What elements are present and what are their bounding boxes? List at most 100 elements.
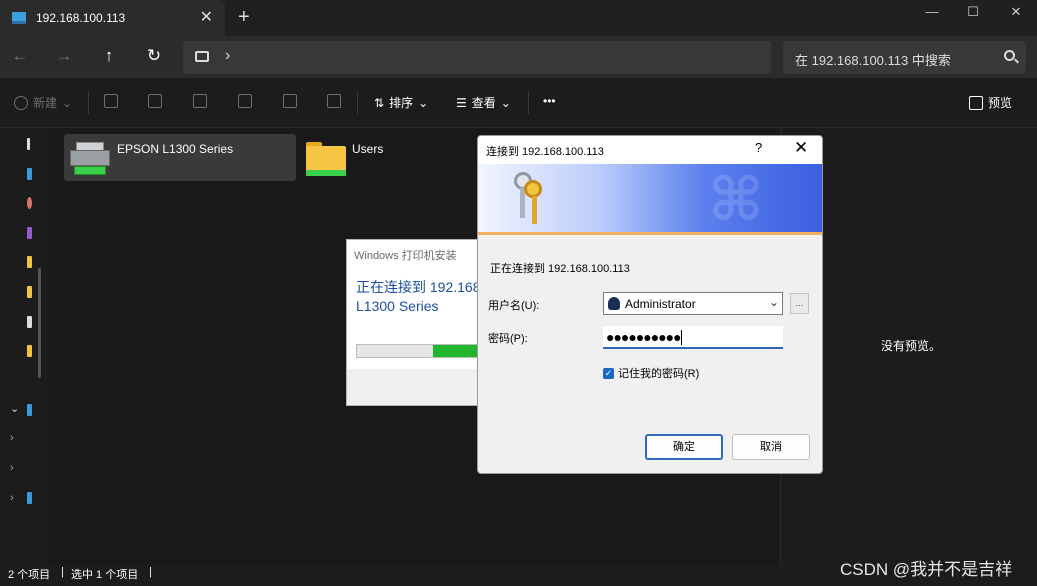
user-avatar-icon bbox=[608, 297, 620, 310]
search-icon bbox=[1004, 50, 1015, 61]
plus-circle-icon bbox=[14, 95, 28, 110]
scissors-icon bbox=[104, 94, 118, 108]
view-list-icon: ☰ bbox=[456, 95, 467, 110]
nav-item-icon[interactable] bbox=[27, 197, 32, 209]
up-button[interactable]: ↑ bbox=[97, 45, 121, 69]
network-icon[interactable] bbox=[27, 492, 32, 504]
rename-icon bbox=[238, 94, 252, 108]
password-field[interactable]: ●●●●●●●●●● bbox=[603, 326, 783, 349]
tab-title: 192.168.100.113 bbox=[36, 11, 126, 25]
file-name: Users bbox=[352, 142, 384, 156]
item-count: 2 个项目 bbox=[8, 569, 51, 581]
address-bar[interactable]: › bbox=[183, 41, 771, 74]
new-label: 新建 bbox=[33, 96, 58, 110]
share-icon bbox=[283, 94, 297, 108]
more-options-button[interactable]: ••• bbox=[543, 94, 556, 108]
help-button[interactable]: ? bbox=[755, 140, 762, 155]
sort-button[interactable]: ⇅ 排序 ⌄ bbox=[374, 94, 428, 111]
preview-label: 预览 bbox=[988, 96, 1013, 110]
copy-button[interactable] bbox=[148, 94, 162, 108]
tab-current[interactable]: 192.168.100.113 ✕ bbox=[0, 0, 225, 36]
keys-icon bbox=[500, 170, 548, 228]
refresh-button[interactable]: ↻ bbox=[142, 45, 166, 69]
browse-credentials-button[interactable]: ... bbox=[790, 293, 809, 314]
expand-chevron-icon[interactable]: › bbox=[10, 492, 14, 504]
installer-message-line2: L1300 Series bbox=[356, 298, 439, 314]
expand-chevron-icon[interactable]: ⌄ bbox=[10, 402, 19, 415]
paste-button[interactable] bbox=[193, 94, 207, 108]
remember-password-checkbox[interactable]: ✓ 记住我的密码(R) bbox=[603, 365, 699, 381]
search-input[interactable]: 在 192.168.100.113 中搜索 bbox=[783, 41, 1026, 74]
nav-item-icon[interactable] bbox=[27, 316, 32, 328]
cut-button[interactable] bbox=[104, 94, 118, 108]
navigation-pane: ⌄ › › › bbox=[0, 128, 48, 565]
close-tab-icon[interactable]: ✕ bbox=[200, 9, 213, 27]
install-progress-bar bbox=[356, 344, 481, 358]
new-tab-button[interactable]: + bbox=[238, 7, 250, 27]
password-label: 密码(P): bbox=[488, 333, 528, 345]
minimize-button[interactable]: — bbox=[912, 2, 952, 22]
nav-item-icon[interactable] bbox=[27, 138, 30, 150]
ok-button[interactable]: 确定 bbox=[645, 434, 723, 460]
file-item-printer[interactable]: EPSON L1300 Series bbox=[64, 134, 296, 181]
username-field[interactable]: Administrator ⌄ bbox=[603, 292, 783, 315]
file-name: EPSON L1300 Series bbox=[117, 142, 234, 156]
chevron-down-icon: ⌄ bbox=[62, 95, 73, 110]
expand-chevron-icon[interactable]: › bbox=[10, 432, 14, 444]
cancel-button[interactable]: 取消 bbox=[732, 434, 810, 460]
divider bbox=[357, 92, 358, 114]
delete-button[interactable] bbox=[327, 94, 341, 108]
nav-scrollbar[interactable] bbox=[38, 268, 41, 378]
navigation-bar: ← → ↑ ↻ › 在 192.168.100.113 中搜索 bbox=[0, 36, 1037, 78]
dialog-close-button[interactable]: ✕ bbox=[794, 138, 808, 158]
folder-icon bbox=[306, 142, 346, 176]
nav-item-icon[interactable] bbox=[27, 227, 32, 239]
watermark: CSDN @我并不是吉祥 bbox=[840, 560, 1013, 579]
checkbox-checked-icon[interactable]: ✓ bbox=[603, 367, 614, 379]
divider bbox=[528, 92, 529, 114]
dialog-titlebar: 连接到 192.168.100.113 ? ✕ bbox=[478, 136, 822, 164]
rename-button[interactable] bbox=[238, 94, 252, 108]
username-label: 用户名(U): bbox=[488, 300, 540, 312]
installer-title: Windows 打印机安装 bbox=[354, 250, 457, 262]
nav-item-icon[interactable] bbox=[27, 286, 32, 298]
username-value: Administrator bbox=[625, 297, 696, 311]
dialog-banner: ⌘ bbox=[478, 164, 822, 235]
back-button[interactable]: ← bbox=[8, 45, 32, 69]
nav-item-icon[interactable] bbox=[27, 345, 32, 357]
clipboard-icon bbox=[193, 94, 207, 108]
preview-pane-icon bbox=[969, 95, 983, 110]
breadcrumb-chevron-icon[interactable]: › bbox=[225, 47, 230, 65]
selected-count: 选中 1 个项目 bbox=[71, 569, 139, 581]
status-divider: | bbox=[149, 566, 152, 578]
trash-icon bbox=[327, 94, 341, 108]
nav-item-icon[interactable] bbox=[27, 168, 32, 180]
installer-message-line1: 正在连接到 192.168. bbox=[356, 279, 482, 295]
search-placeholder: 在 192.168.100.113 中搜索 bbox=[795, 53, 951, 68]
chevron-down-icon[interactable]: ⌄ bbox=[769, 295, 779, 309]
nav-item-icon[interactable] bbox=[27, 404, 32, 416]
forward-button[interactable]: → bbox=[52, 45, 76, 69]
file-item-folder[interactable]: Users bbox=[306, 134, 406, 181]
expand-chevron-icon[interactable]: › bbox=[10, 462, 14, 474]
remember-password-label: 记住我的密码(R) bbox=[618, 368, 700, 380]
view-button[interactable]: ☰ 查看 ⌄ bbox=[456, 94, 511, 111]
preview-pane-button[interactable]: 预览 bbox=[969, 94, 1012, 111]
share-button[interactable] bbox=[283, 94, 297, 108]
nav-item-icon[interactable] bbox=[27, 256, 32, 268]
connecting-text: 正在连接到 192.168.100.113 bbox=[490, 263, 630, 275]
tab-bar: 192.168.100.113 ✕ + — ☐ ✕ bbox=[0, 0, 1037, 36]
status-divider: | bbox=[61, 566, 64, 578]
divider bbox=[88, 92, 89, 114]
close-window-button[interactable]: ✕ bbox=[996, 2, 1036, 22]
chevron-down-icon: ⌄ bbox=[418, 95, 429, 110]
new-button[interactable]: 新建 ⌄ bbox=[14, 94, 72, 111]
banner-decoration: ⌘ bbox=[708, 166, 764, 233]
sort-label: 排序 bbox=[389, 96, 414, 110]
installer-content: Windows 打印机安装 正在连接到 192.168. L1300 Serie… bbox=[347, 240, 482, 369]
maximize-button[interactable]: ☐ bbox=[953, 2, 993, 22]
dialog-title: 连接到 192.168.100.113 bbox=[486, 146, 604, 158]
copy-icon bbox=[148, 94, 162, 108]
credential-dialog: 连接到 192.168.100.113 ? ✕ ⌘ 正在连接到 192.168.… bbox=[477, 135, 823, 474]
command-bar: 新建 ⌄ ⇅ 排序 ⌄ ☰ 查看 ⌄ ••• 预览 bbox=[0, 78, 1037, 128]
